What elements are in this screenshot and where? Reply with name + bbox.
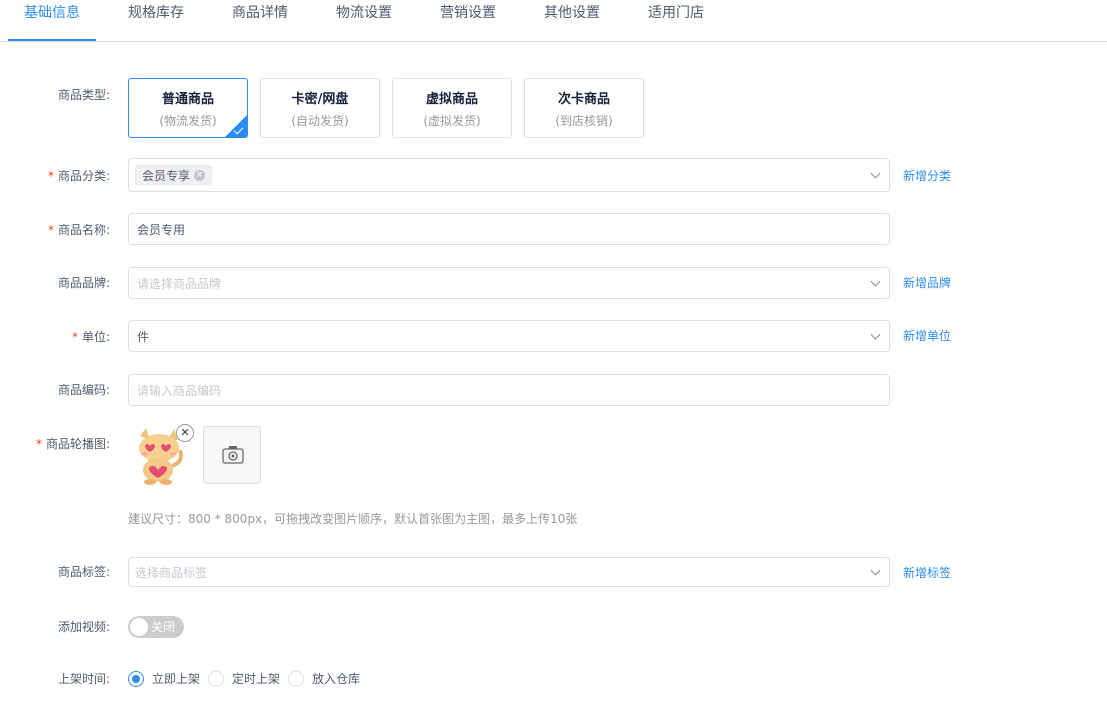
upload-image-button[interactable] (203, 426, 261, 484)
radio-icon (208, 670, 224, 687)
name-label: * 商品名称: (48, 221, 110, 238)
video-toggle[interactable]: 关闭 (128, 616, 184, 638)
radio-shelf-scheduled[interactable]: 定时上架 (208, 670, 280, 687)
card-subtitle: (到店核销) (555, 114, 613, 128)
card-title: 卡密/网盘 (291, 92, 349, 107)
carousel-label: * 商品轮播图: (36, 435, 110, 452)
product-type-card-virtual[interactable]: 虚拟商品 (虚拟发货) (392, 78, 512, 138)
tab-logistics[interactable]: 物流设置 (336, 3, 392, 23)
video-label: 添加视频: (57, 620, 110, 634)
add-brand-link[interactable]: 新增品牌 (903, 274, 951, 291)
name-label-text: 商品名称: (57, 223, 110, 237)
required-mark: * (35, 437, 42, 451)
unit-select[interactable]: 件 (128, 320, 890, 352)
brand-label: 商品品牌: (57, 276, 110, 290)
remove-image-icon[interactable]: ✕ (176, 424, 194, 442)
carousel-hint: 建议尺寸：800 * 800px，可拖拽改变图片顺序，默认首张图为主图，最多上传… (128, 512, 578, 526)
name-input[interactable]: 会员专用 (128, 213, 890, 245)
card-title: 虚拟商品 (425, 92, 478, 107)
category-label: * 商品分类: (48, 167, 110, 184)
card-title: 普通商品 (161, 92, 214, 107)
tab-other-settings[interactable]: 其他设置 (544, 3, 600, 23)
add-category-link[interactable]: 新增分类 (903, 167, 951, 184)
tags-placeholder: 选择商品标签 (135, 565, 208, 580)
chevron-down-icon (870, 565, 881, 576)
camera-icon (222, 446, 244, 464)
radio-label: 定时上架 (232, 672, 281, 686)
chevron-down-icon (870, 168, 881, 179)
category-label-text: 商品分类: (57, 169, 110, 183)
tags-select[interactable]: 选择商品标签 (128, 557, 890, 587)
carousel-label-text: 商品轮播图: (45, 437, 110, 451)
code-input[interactable]: 请输入商品编码 (128, 374, 890, 406)
brand-select[interactable]: 请选择商品品牌 (128, 267, 890, 299)
tab-spec-stock[interactable]: 规格库存 (128, 3, 184, 23)
tab-bar: 基础信息 规格库存 商品详情 物流设置 营销设置 其他设置 适用门店 (0, 0, 1107, 42)
add-tag-link[interactable]: 新增标签 (903, 564, 951, 581)
category-tag-label: 会员专享 (142, 168, 191, 183)
radio-label: 放入仓库 (312, 672, 361, 686)
radio-shelf-now[interactable]: 立即上架 (128, 670, 200, 687)
code-placeholder: 请输入商品编码 (137, 383, 222, 398)
required-mark: * (47, 169, 54, 183)
card-title: 次卡商品 (557, 92, 610, 107)
required-mark: * (47, 223, 54, 237)
product-type-card-times-card[interactable]: 次卡商品 (到店核销) (524, 78, 644, 138)
card-subtitle: (自动发货) (291, 114, 349, 128)
brand-placeholder: 请选择商品品牌 (137, 276, 222, 291)
tab-product-detail[interactable]: 商品详情 (232, 3, 288, 23)
code-label: 商品编码: (57, 383, 110, 397)
product-type-card-normal[interactable]: 普通商品 (物流发货) (128, 78, 248, 138)
tab-basic-info[interactable]: 基础信息 (24, 3, 80, 23)
category-select[interactable]: 会员专享 × (128, 158, 890, 192)
radio-shelf-warehouse[interactable]: 放入仓库 (288, 670, 360, 687)
toggle-knob (130, 618, 148, 636)
unit-label-text: 单位: (81, 330, 110, 344)
radio-icon (288, 670, 304, 687)
tags-label: 商品标签: (57, 565, 110, 579)
unit-value: 件 (137, 329, 150, 344)
radio-label: 立即上架 (152, 672, 201, 686)
tag-remove-icon[interactable]: × (194, 169, 206, 181)
tab-active-indicator (8, 39, 96, 41)
chevron-down-icon (870, 329, 881, 340)
add-unit-link[interactable]: 新增单位 (903, 327, 951, 344)
card-subtitle: (虚拟发货) (423, 114, 481, 128)
category-tag: 会员专享 × (135, 165, 213, 185)
tab-marketing[interactable]: 营销设置 (440, 3, 496, 23)
unit-label: * 单位: (72, 328, 110, 345)
chevron-down-icon (870, 276, 881, 287)
shelf-time-label: 上架时间: (57, 672, 110, 686)
required-mark: * (71, 330, 78, 344)
product-type-label: 商品类型: (57, 88, 110, 102)
toggle-state-text: 关闭 (151, 620, 176, 634)
product-type-card-card-disk[interactable]: 卡密/网盘 (自动发货) (260, 78, 380, 138)
tab-stores[interactable]: 适用门店 (648, 3, 704, 23)
name-value: 会员专用 (137, 222, 186, 237)
radio-icon (128, 670, 144, 687)
